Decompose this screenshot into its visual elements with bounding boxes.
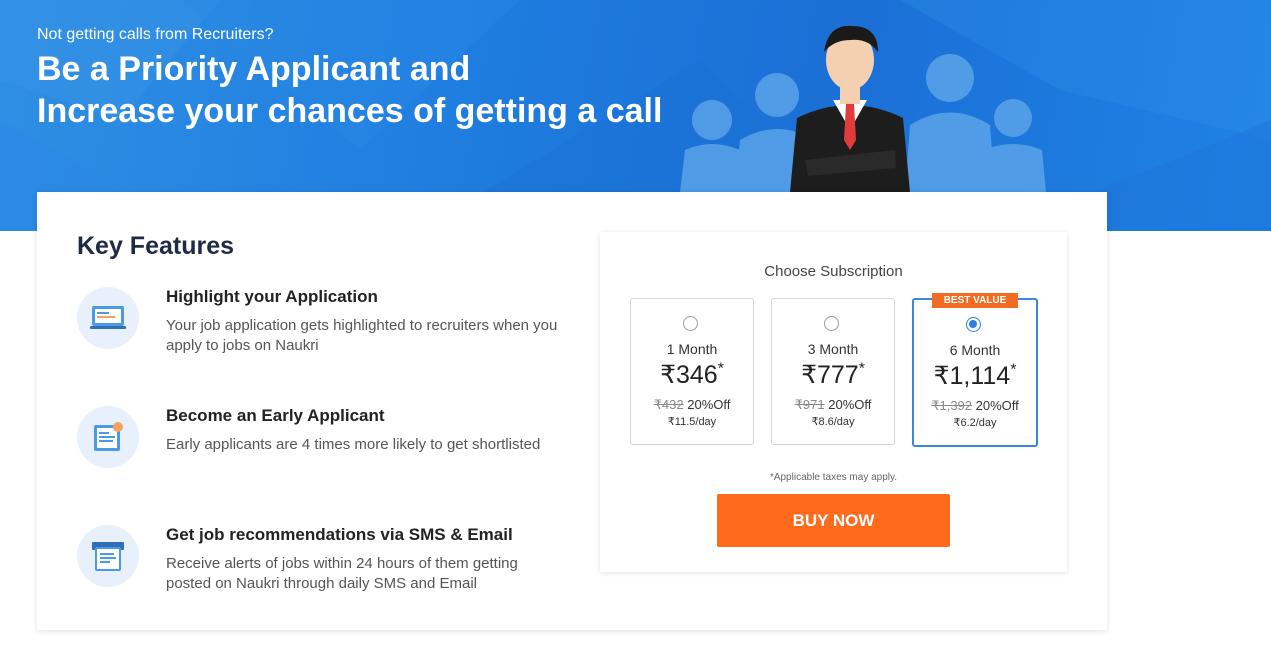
hero-headline-line-2: Increase your chances of getting a call (37, 92, 663, 130)
sms-email-icon (77, 525, 139, 587)
highlight-application-icon (77, 287, 139, 349)
early-applicant-icon (77, 406, 139, 468)
feature-title: Get job recommendations via SMS & Email (166, 525, 513, 544)
subscription-panel: Choose Subscription 1 Month ₹346* ₹432 2… (600, 232, 1067, 572)
best-value-badge: BEST VALUE (932, 293, 1018, 308)
plan-old-price: ₹432 20%Off (653, 397, 731, 412)
feature-highlight-application: Highlight your Application Your job appl… (77, 287, 577, 357)
plan-old-price: ₹971 20%Off (794, 397, 872, 412)
plan-duration: 1 Month (666, 341, 718, 357)
plan-duration: 3 Month (807, 341, 859, 357)
feature-title: Highlight your Application (166, 287, 378, 306)
plan-option-6-month[interactable]: BEST VALUE 6 Month ₹1,114* ₹1,392 20%Off… (912, 293, 1038, 447)
plan-radio[interactable] (824, 316, 839, 331)
feature-early-applicant: Become an Early Applicant Early applican… (77, 406, 577, 476)
plan-per-day: ₹11.5/day (667, 416, 717, 428)
plan-old-price: ₹1,392 20%Off (931, 398, 1019, 413)
plan-radio[interactable] (683, 316, 698, 331)
plan-per-day: ₹8.6/day (811, 416, 855, 428)
hero-headline: Be a Priority Applicant and Increase you… (37, 48, 717, 132)
plan-price: ₹1,114* (933, 361, 1017, 390)
plan-per-day: ₹6.2/day (953, 417, 997, 429)
plan-price: ₹777* (801, 360, 865, 389)
feature-description: Your job application gets highlighted to… (166, 317, 558, 354)
feature-description: Early applicants are 4 times more likely… (166, 436, 541, 453)
key-features-title: Key Features (77, 232, 235, 260)
feature-sms-email: Get job recommendations via SMS & Email … (77, 525, 577, 595)
main-card: Key Features Highlight your Application … (37, 192, 1107, 630)
hero-headline-line-1: Be a Priority Applicant and (37, 50, 471, 88)
subscription-title: Choose Subscription (764, 263, 903, 280)
plan-price: ₹346* (660, 360, 724, 389)
feature-description: Receive alerts of jobs within 24 hours o… (166, 555, 518, 592)
tax-note: *Applicable taxes may apply. (769, 472, 898, 483)
plan-option-3-month[interactable]: 3 Month ₹777* ₹971 20%Off ₹8.6/day (771, 298, 895, 445)
hero-kicker: Not getting calls from Recruiters? (37, 26, 274, 43)
plan-duration: 6 Month (949, 342, 1001, 358)
feature-title: Become an Early Applicant (166, 406, 385, 425)
businessman-illustration (790, 25, 910, 192)
buy-now-button[interactable]: BUY NOW (717, 494, 950, 547)
plan-option-1-month[interactable]: 1 Month ₹346* ₹432 20%Off ₹11.5/day (630, 298, 754, 445)
plan-radio[interactable] (966, 317, 981, 332)
